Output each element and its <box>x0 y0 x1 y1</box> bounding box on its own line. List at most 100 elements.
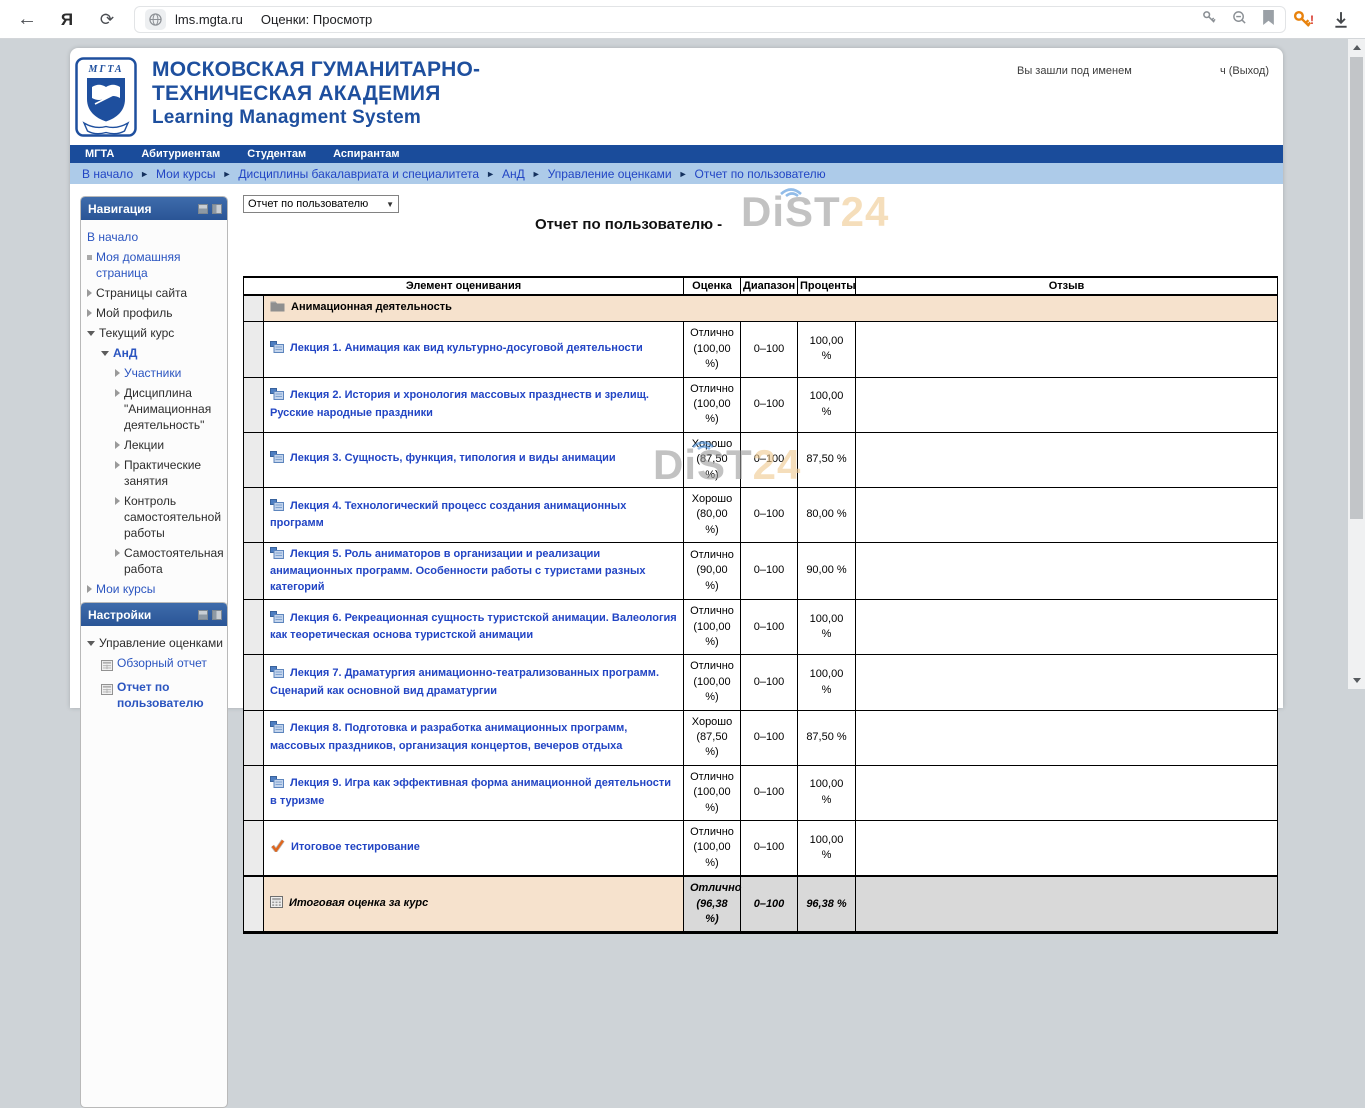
percent-cell: 87,50 % <box>798 432 856 487</box>
category-cell: Анимационная деятельность <box>264 295 1278 322</box>
feedback-cell <box>856 765 1278 820</box>
item-cell: Лекция 8. Подготовка и разработка анимац… <box>264 710 684 765</box>
sidebar-item[interactable]: Участники <box>115 363 224 383</box>
level-gutter-cell <box>244 600 264 655</box>
feedback-cell <box>856 876 1278 933</box>
collapse-arrow-icon[interactable] <box>101 351 109 356</box>
grade-item-link[interactable]: Лекция 9. Игра как эффективная форма ани… <box>270 777 671 806</box>
logout-link[interactable]: ч (Выход) <box>1220 65 1269 77</box>
sidebar-item[interactable]: Отчет по пользователю <box>101 677 224 713</box>
item-cell: Лекция 5. Роль аниматоров в организации … <box>264 543 684 600</box>
expand-arrow-icon[interactable] <box>115 549 120 557</box>
expand-arrow-icon[interactable] <box>115 441 120 449</box>
sidebar-item-label: В начало <box>87 229 138 245</box>
percent-cell: 100,00 % <box>798 765 856 820</box>
collapse-block-icon[interactable] <box>198 204 208 214</box>
menu-item[interactable]: МГТА <box>85 148 114 160</box>
svg-text:МГТА: МГТА <box>87 64 123 75</box>
grade-item-link[interactable]: Лекция 2. История и хронология массовых … <box>270 389 649 418</box>
square-bullet-icon <box>87 255 92 260</box>
sidebar-item-label: Практические занятия <box>124 457 224 489</box>
percent-cell: 100,00 % <box>798 820 856 876</box>
scroll-up-arrow-icon[interactable] <box>1348 39 1365 56</box>
grade-item-link[interactable]: Лекция 7. Драматургия анимационно-театра… <box>270 667 659 696</box>
column-header: Оценка <box>684 277 741 295</box>
academy-title: МОСКОВСКАЯ ГУМАНИТАРНО- ТЕХНИЧЕСКАЯ АКАД… <box>152 58 480 130</box>
url-text[interactable]: lms.mgta.ru <box>175 12 243 27</box>
settings-block-header: Настройки <box>81 603 227 626</box>
sidebar-item-label: Мои курсы <box>96 581 155 597</box>
dropdown-arrow-icon: ▼ <box>386 200 394 209</box>
grade-item-link[interactable]: Лекция 1. Анимация как вид культурно-дос… <box>290 342 643 354</box>
collapse-arrow-icon[interactable] <box>87 641 95 646</box>
grade-item-link[interactable]: Лекция 5. Роль аниматоров в организации … <box>270 548 646 593</box>
zoom-out-icon[interactable] <box>1232 10 1247 30</box>
sidebar-item[interactable]: АнД <box>101 343 224 363</box>
sidebar-item: Контроль самостоятельной работы <box>115 491 224 543</box>
dock-block-icon[interactable] <box>212 204 222 214</box>
item-cell: Лекция 1. Анимация как вид культурно-дос… <box>264 322 684 377</box>
percent-cell: 96,38 % <box>798 876 856 933</box>
menu-item[interactable]: Аспирантам <box>333 148 399 160</box>
menu-item[interactable]: Абитуриентам <box>141 148 220 160</box>
grade-item-link[interactable]: Лекция 3. Сущность, функция, типология и… <box>290 452 616 464</box>
breadcrumb-link[interactable]: В начало <box>82 167 133 181</box>
breadcrumb-link[interactable]: АнД <box>502 167 525 181</box>
grade-item-link[interactable]: Лекция 6. Рекреационная сущность туристс… <box>270 612 677 641</box>
sidebar-item: Лекции <box>115 435 224 455</box>
breadcrumb-link[interactable]: Управление оценками <box>548 167 672 181</box>
sidebar-item[interactable]: Моя домашняя страница <box>87 247 224 283</box>
sidebar-item[interactable]: В начало <box>87 227 224 247</box>
grade-item-link[interactable]: Лекция 4. Технологический процесс создан… <box>270 500 626 529</box>
page-scrollbar[interactable] <box>1348 39 1365 689</box>
range-cell: 0–100 <box>741 600 798 655</box>
dock-block-icon[interactable] <box>212 610 222 620</box>
key-icon[interactable] <box>1202 10 1217 30</box>
yandex-logo[interactable]: Я <box>52 0 82 39</box>
menu-item[interactable]: Студентам <box>247 148 306 160</box>
expand-arrow-icon[interactable] <box>87 585 92 593</box>
percent-cell: 100,00 % <box>798 377 856 432</box>
sidebar-item-label: Самостоятельная работа <box>124 545 224 577</box>
range-cell: 0–100 <box>741 820 798 876</box>
sidebar-item-label: Текущий курс <box>99 325 174 341</box>
grade-item-link[interactable]: Итоговое тестирование <box>291 841 420 853</box>
course-total-row: Итоговая оценка за курсОтлично (96,38 %)… <box>244 876 1278 933</box>
expand-arrow-icon[interactable] <box>87 309 92 317</box>
sidebar-item-label: Участники <box>124 365 181 381</box>
bookmark-icon[interactable] <box>1262 10 1275 30</box>
feedback-cell <box>856 655 1278 710</box>
report-type-select[interactable]: Отчет по пользователю ▼ <box>243 195 399 213</box>
breadcrumb-link[interactable]: Дисциплины бакалавриата и специалитета <box>238 167 479 181</box>
sidebar-item-label: Управление оценками <box>99 635 223 651</box>
percent-cell: 100,00 % <box>798 600 856 655</box>
address-bar[interactable]: lms.mgta.ru Оценки: Просмотр <box>134 6 1286 33</box>
breadcrumb-link[interactable]: Мои курсы <box>156 167 215 181</box>
sidebar-item[interactable]: Мои курсы <box>87 579 224 599</box>
expand-arrow-icon[interactable] <box>115 461 120 469</box>
level-gutter-cell <box>244 377 264 432</box>
category-row: Анимационная деятельность <box>244 295 1278 322</box>
expand-arrow-icon[interactable] <box>115 369 120 377</box>
collapse-block-icon[interactable] <box>198 610 208 620</box>
navigation-block-header: Навигация <box>81 197 227 220</box>
scroll-down-arrow-icon[interactable] <box>1348 672 1365 689</box>
grade-item-row: Лекция 6. Рекреационная сущность туристс… <box>244 600 1278 655</box>
collapse-arrow-icon[interactable] <box>87 331 95 336</box>
level-gutter-cell <box>244 295 264 322</box>
level-gutter-cell <box>244 543 264 600</box>
breadcrumb-link[interactable]: Отчет по пользователю <box>695 167 826 181</box>
scrollbar-thumb[interactable] <box>1350 57 1363 519</box>
expand-arrow-icon[interactable] <box>115 497 120 505</box>
grade-item-link[interactable]: Лекция 8. Подготовка и разработка анимац… <box>270 722 627 751</box>
download-icon[interactable] <box>1332 0 1350 39</box>
expand-arrow-icon[interactable] <box>115 389 120 397</box>
sidebar-item[interactable]: Обзорный отчет <box>101 653 224 677</box>
password-warning-icon[interactable]: ! <box>1293 0 1314 39</box>
percent-cell: 80,00 % <box>798 487 856 542</box>
level-gutter-cell <box>244 487 264 542</box>
expand-arrow-icon[interactable] <box>87 289 92 297</box>
back-button[interactable]: ← <box>12 0 42 39</box>
navigation-block: Навигация В начало Моя домашняя страница С… <box>80 196 228 609</box>
reload-button[interactable]: ⟳ <box>92 0 122 39</box>
